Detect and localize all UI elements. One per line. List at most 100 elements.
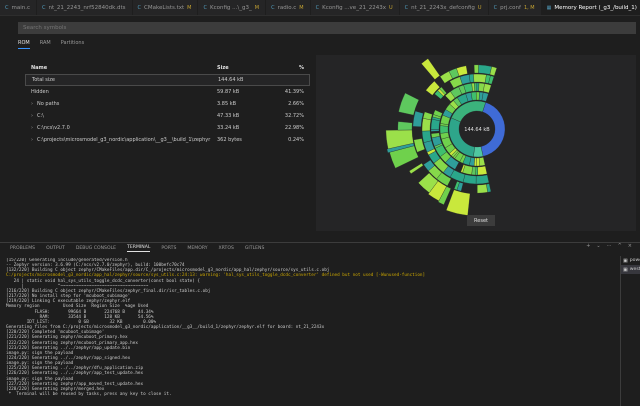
row-size: 47.33 kB <box>217 113 240 119</box>
memory-subtabs: ROM RAM Partitions <box>18 40 84 49</box>
panel-tab-debug-console[interactable]: DEBUG CONSOLE <box>76 246 116 251</box>
editor-tab[interactable]: Cradio.c M <box>266 0 311 15</box>
editor-tab-label: Memory Report (_g3_/build_1) <box>554 5 637 11</box>
modified-indicator: U <box>388 5 393 11</box>
sunburst-segment[interactable] <box>421 58 441 80</box>
panel-tab-gitlens[interactable]: GITLENS <box>245 246 265 251</box>
sunburst-segment[interactable] <box>430 129 440 132</box>
terminal-line: * Terminal will be reused by tasks, pres… <box>6 392 172 398</box>
row-name-cell: › No paths <box>25 101 217 107</box>
sunburst-chart-panel: 144.64 kB <box>316 55 636 231</box>
panel-tab-bar: PROBLEMS OUTPUT DEBUG CONSOLE TERMINAL PORTS… <box>0 242 640 254</box>
sunburst-segment[interactable] <box>478 157 486 167</box>
terminal-icon: ▣ <box>623 257 628 264</box>
row-pct: 22.98% <box>284 125 304 131</box>
panel-actions: + ⌄ ⋯ ^ × <box>586 243 632 249</box>
sunburst-segment[interactable] <box>477 184 488 194</box>
more-icon[interactable]: ⋯ <box>607 243 612 249</box>
sunburst-segment[interactable] <box>483 83 492 94</box>
chevron-right-icon[interactable]: › <box>31 113 33 119</box>
dropdown-icon[interactable]: ⌄ <box>596 243 600 249</box>
sunburst-segment[interactable] <box>477 165 488 176</box>
editor-tab-label: CMakeLists.txt <box>144 5 185 11</box>
row-size: 362 bytes <box>217 137 242 143</box>
sunburst-segment[interactable] <box>439 125 449 134</box>
terminal-list-label: west build <box>629 267 640 272</box>
row-name-cell: Hidden <box>25 89 217 95</box>
sunburst-segment[interactable] <box>422 111 433 121</box>
terminal-list-item[interactable]: ▣powershell <box>621 256 640 265</box>
row-pct: 32.72% <box>284 113 304 119</box>
table-row[interactable]: › C:\ 47.33 kB 32.72% <box>25 110 310 122</box>
editor-tab-label: nt_21_2243x_defconfig <box>411 5 475 11</box>
table-row[interactable]: Total size 144.64 kB <box>25 74 310 86</box>
row-name-cell: Total size <box>26 77 218 83</box>
header-pct[interactable]: % <box>273 65 308 71</box>
editor-tab-label: radio.c <box>277 5 297 11</box>
row-name: C:\ <box>37 113 44 119</box>
sunburst-segment[interactable] <box>473 64 479 74</box>
editor-tab[interactable]: Cprj.conf 1, M <box>489 0 542 15</box>
sunburst-segment[interactable] <box>476 157 480 167</box>
editor-tab[interactable]: C Kconfig ...ve_21_2243x U <box>311 0 400 15</box>
panel-tab-memory[interactable]: MEMORY <box>187 246 207 251</box>
row-name-cell: › C:\ncs\v2.7.0 <box>25 125 217 131</box>
table-row[interactable]: › No paths 3.85 kB 2.66% <box>25 98 310 110</box>
editor-tab[interactable]: C Kconfig ...\_g3_ M <box>198 0 267 15</box>
terminal-icon: ▣ <box>623 266 628 273</box>
sunburst-segment[interactable] <box>462 174 477 185</box>
editor-tab[interactable]: C CMakeLists.txt M <box>133 0 199 15</box>
sunburst-segment[interactable] <box>478 64 492 75</box>
chevron-right-icon[interactable]: › <box>31 125 33 131</box>
subtab-ram[interactable]: RAM <box>40 40 51 49</box>
panel-tab-terminal[interactable]: TERMINAL <box>127 245 151 252</box>
header-size[interactable]: Size <box>217 65 273 71</box>
sunburst-segment[interactable] <box>397 121 413 131</box>
subtab-partitions[interactable]: Partitions <box>61 40 84 49</box>
table-row[interactable]: › C:\ncs\v2.7.0 33.24 kB 22.98% <box>25 122 310 134</box>
header-name[interactable]: Name <box>25 65 217 71</box>
sunburst-segment[interactable] <box>473 73 487 83</box>
row-name: Total size <box>32 77 55 83</box>
row-size: 144.64 kB <box>218 77 244 83</box>
sunburst-segment[interactable] <box>409 163 424 174</box>
reset-button[interactable]: Reset <box>467 215 495 226</box>
terminal-list-item[interactable]: ▣west build <box>621 265 640 274</box>
row-pct: 41.39% <box>284 89 304 95</box>
subtab-rom[interactable]: ROM <box>18 40 30 49</box>
row-name: C:\projects\microsmodel_g3_nordic\applic… <box>37 137 211 143</box>
chevron-right-icon[interactable]: › <box>31 101 33 107</box>
sunburst-segment[interactable] <box>474 82 478 92</box>
sunburst-segment[interactable] <box>421 130 432 143</box>
editor-tab[interactable]: Cmain.c <box>0 0 38 15</box>
editor-tab[interactable]: ▦Memory Report (_g3_/build_1)× <box>541 0 640 15</box>
chevron-right-icon[interactable]: › <box>31 137 33 143</box>
sunburst-segment[interactable] <box>475 174 490 185</box>
sunburst-segment[interactable] <box>481 92 489 102</box>
editor-tab[interactable]: Cnt_21_2243x_defconfig U <box>400 0 489 15</box>
sunburst-segment[interactable] <box>412 110 424 127</box>
sunburst-chart[interactable]: 144.64 kB <box>316 55 636 231</box>
editor-tab[interactable]: Cnt_21_2243_nrf52840dk.dts <box>37 0 133 15</box>
table-row[interactable]: › C:\projects\microsmodel_g3_nordic\appli… <box>25 134 310 146</box>
maximize-icon[interactable]: ^ <box>618 243 622 249</box>
chart-center-label: 144.64 kB <box>464 127 490 133</box>
row-name: Hidden <box>31 89 49 95</box>
sunburst-segment[interactable] <box>446 189 471 216</box>
editor-tab-label: nt_21_2243_nrf52840dk.dts <box>48 5 126 11</box>
row-name-cell: › C:\projects\microsmodel_g3_nordic\appli… <box>25 137 217 143</box>
panel-tab-xrtos[interactable]: XRTOS <box>219 246 234 251</box>
editor-tab-label: Kconfig ...ve_21_2243x <box>322 5 386 11</box>
panel-tab-output[interactable]: OUTPUT <box>46 246 65 251</box>
panel-tab-problems[interactable]: PROBLEMS <box>10 246 35 251</box>
search-symbols-input[interactable] <box>18 22 636 34</box>
new-terminal-icon[interactable]: + <box>586 243 590 249</box>
panel-tab-ports[interactable]: PORTS <box>161 246 176 251</box>
file-icon: C <box>271 5 275 11</box>
file-icon: C <box>42 5 46 11</box>
table-row[interactable]: Hidden 59.87 kB 41.39% <box>25 86 310 98</box>
file-icon: C <box>493 5 498 11</box>
terminal-output[interactable]: [15/220] Generating include/generated/ve… <box>6 258 618 406</box>
sunburst-segment[interactable] <box>421 118 432 132</box>
close-panel-icon[interactable]: × <box>628 243 632 249</box>
